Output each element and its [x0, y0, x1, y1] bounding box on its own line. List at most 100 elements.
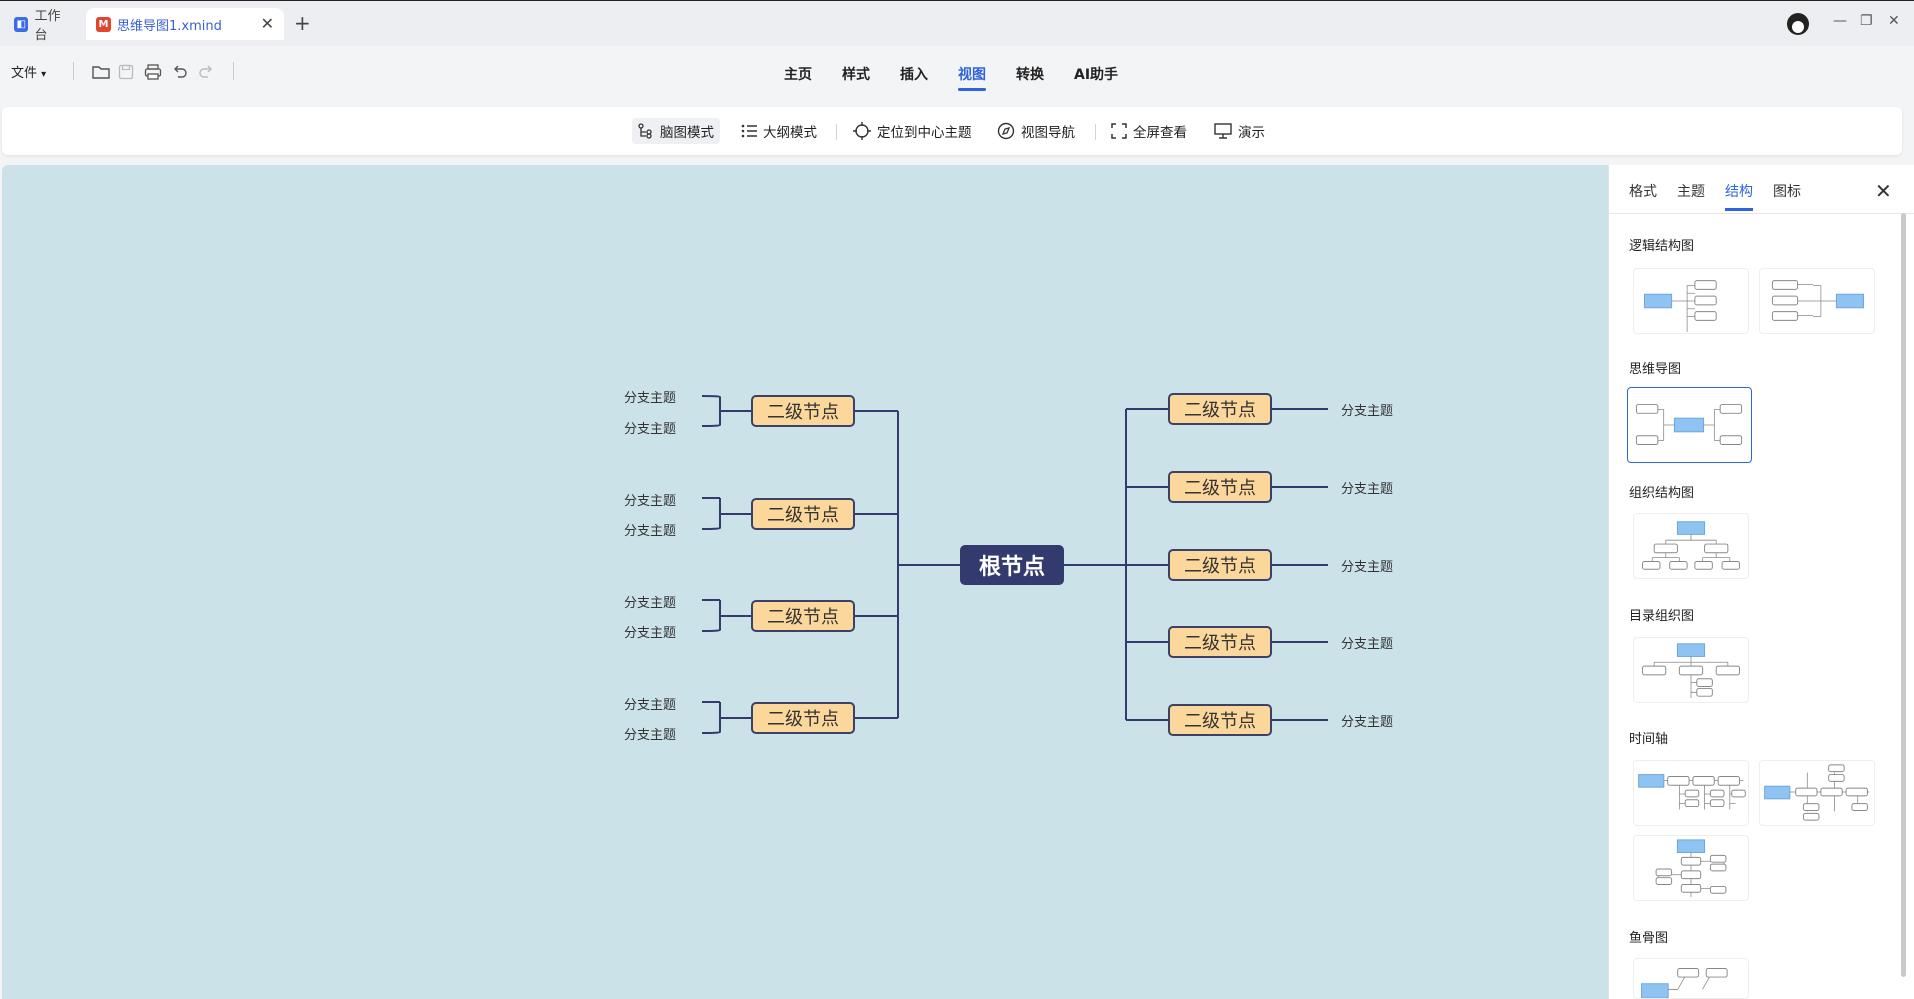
outline-mode-button[interactable]: 大纲模式	[735, 118, 823, 144]
timeline-thumbnail-1[interactable]	[1633, 760, 1749, 826]
timeline-thumbnail-3[interactable]	[1633, 835, 1749, 901]
section-timeline-title: 时间轴	[1629, 732, 1669, 747]
close-tab-icon[interactable]: ✕	[261, 14, 274, 33]
tab-home[interactable]: 主页	[784, 64, 812, 84]
user-avatar[interactable]	[1787, 13, 1809, 35]
fishbone-thumbnail[interactable]	[1633, 958, 1749, 999]
tab-ai-assistant[interactable]: AI助手	[1074, 64, 1118, 84]
tab-workspace[interactable]: ◧ 工作台	[4, 8, 82, 43]
mindmap-canvas[interactable]: 根节点 二级节点 二级节点 二级节点 二级节点 分支主题 分支主题 分支主题 分…	[2, 165, 1608, 999]
secondary-node[interactable]: 二级节点	[751, 395, 855, 427]
view-ribbon: 脑图模式 大纲模式 定位到中心主题 视图导航 全屏查看 演示	[2, 107, 1902, 155]
section-org-title: 组织结构图	[1629, 486, 1695, 501]
minimize-button[interactable]: —	[1833, 13, 1847, 29]
timeline-thumbnail-2[interactable]	[1759, 760, 1875, 826]
divider	[1095, 124, 1096, 140]
presentation-icon	[1214, 123, 1232, 139]
divider	[73, 62, 74, 80]
branch-topic[interactable]: 分支主题	[624, 490, 676, 509]
fullscreen-button[interactable]: 全屏查看	[1105, 118, 1193, 144]
branch-topic[interactable]: 分支主题	[624, 694, 676, 713]
mindmap-mode-button[interactable]: 脑图模式	[632, 118, 720, 144]
secondary-node[interactable]: 二级节点	[1168, 549, 1272, 581]
divider	[1609, 213, 1914, 214]
tab-style[interactable]: 样式	[842, 64, 870, 84]
tab-file[interactable]: M 思维导图1.xmind ✕	[86, 8, 284, 40]
open-folder-icon[interactable]	[92, 64, 110, 80]
section-fishbone-title: 鱼骨图	[1629, 931, 1669, 946]
fullscreen-label: 全屏查看	[1133, 125, 1187, 141]
tab-view[interactable]: 视图	[958, 64, 986, 91]
new-tab-button[interactable]: +	[294, 11, 311, 35]
mindmap-thumbnail[interactable]	[1627, 387, 1752, 463]
secondary-node[interactable]: 二级节点	[1168, 626, 1272, 658]
tab-insert[interactable]: 插入	[900, 64, 928, 84]
catalog-org-thumbnail[interactable]	[1633, 637, 1749, 703]
present-button[interactable]: 演示	[1208, 118, 1271, 144]
branch-topic[interactable]: 分支主题	[1341, 633, 1393, 652]
logic-right-thumbnail[interactable]	[1633, 268, 1749, 334]
view-navigation-button[interactable]: 视图导航	[991, 118, 1081, 144]
root-node[interactable]: 根节点	[960, 545, 1064, 585]
compass-icon	[997, 122, 1015, 140]
branch-topic[interactable]: 分支主题	[624, 622, 676, 641]
save-icon[interactable]	[118, 64, 134, 80]
mindmap-mode-label: 脑图模式	[660, 125, 714, 141]
section-logic-title: 逻辑结构图	[1629, 239, 1695, 254]
section-catalog-title: 目录组织图	[1629, 609, 1695, 624]
branch-topic[interactable]: 分支主题	[624, 387, 676, 406]
chevron-down-icon: ▾	[41, 69, 47, 80]
branch-topic[interactable]: 分支主题	[1341, 400, 1393, 419]
tab-convert[interactable]: 转换	[1016, 64, 1044, 84]
title-bar: ◧ 工作台 M 思维导图1.xmind ✕ + — ❐ ✕	[0, 0, 1914, 46]
branch-topic[interactable]: 分支主题	[624, 724, 676, 743]
restore-button[interactable]: ❐	[1860, 13, 1873, 29]
divider	[836, 124, 837, 140]
panel-tabs: 格式 主题 结构 图标	[1629, 181, 1801, 211]
logic-left-thumbnail[interactable]	[1759, 268, 1875, 334]
panel-tab-theme[interactable]: 主题	[1677, 181, 1705, 201]
panel-tab-structure[interactable]: 结构	[1725, 181, 1753, 211]
secondary-node[interactable]: 二级节点	[751, 498, 855, 530]
undo-icon[interactable]	[172, 64, 188, 80]
branch-topic[interactable]: 分支主题	[1341, 711, 1393, 730]
tab-workspace-label: 工作台	[34, 9, 61, 43]
panel-tab-format[interactable]: 格式	[1629, 181, 1657, 201]
divider	[233, 62, 234, 80]
workspace-icon: ◧	[14, 16, 29, 32]
file-menu-label: 文件	[11, 66, 38, 81]
secondary-node[interactable]: 二级节点	[751, 702, 855, 734]
secondary-node[interactable]: 二级节点	[1168, 393, 1272, 425]
branch-topic[interactable]: 分支主题	[624, 520, 676, 539]
org-chart-thumbnail[interactable]	[1633, 513, 1749, 579]
secondary-node[interactable]: 二级节点	[1168, 704, 1272, 736]
locate-center-button[interactable]: 定位到中心主题	[847, 118, 978, 144]
menu-bar: 文件 ▾ 主页 样式 插入 视图 转换 AI助手	[0, 46, 1914, 102]
present-label: 演示	[1238, 125, 1265, 141]
xmind-file-icon: M	[96, 16, 111, 32]
close-panel-icon[interactable]: ✕	[1875, 179, 1892, 203]
print-icon[interactable]	[144, 64, 162, 80]
crosshair-icon	[853, 122, 871, 140]
connector-lines	[701, 395, 1328, 734]
panel-tab-icon[interactable]: 图标	[1773, 181, 1801, 201]
view-navigation-label: 视图导航	[1021, 125, 1075, 141]
outline-mode-label: 大纲模式	[763, 125, 817, 141]
redo-icon[interactable]	[198, 64, 214, 80]
close-window-button[interactable]: ✕	[1888, 13, 1900, 29]
branch-topic[interactable]: 分支主题	[624, 592, 676, 611]
secondary-node[interactable]: 二级节点	[751, 600, 855, 632]
structure-panel: 格式 主题 结构 图标 ✕ 逻辑结构图 思维导图 组织结构图 目录组织图 时间轴…	[1608, 165, 1914, 999]
main-nav-tabs: 主页 样式 插入 视图 转换 AI助手	[784, 64, 1118, 91]
tab-file-label: 思维导图1.xmind	[117, 18, 222, 34]
panel-scrollbar[interactable]	[1901, 213, 1906, 977]
list-icon	[741, 124, 757, 138]
branch-topic[interactable]: 分支主题	[624, 418, 676, 437]
mindmap-mode-icon	[638, 123, 652, 139]
branch-topic[interactable]: 分支主题	[1341, 556, 1393, 575]
locate-center-label: 定位到中心主题	[877, 125, 972, 141]
file-menu[interactable]: 文件 ▾	[11, 62, 46, 81]
secondary-node[interactable]: 二级节点	[1168, 471, 1272, 503]
branch-topic[interactable]: 分支主题	[1341, 478, 1393, 497]
fullscreen-icon	[1111, 123, 1127, 139]
